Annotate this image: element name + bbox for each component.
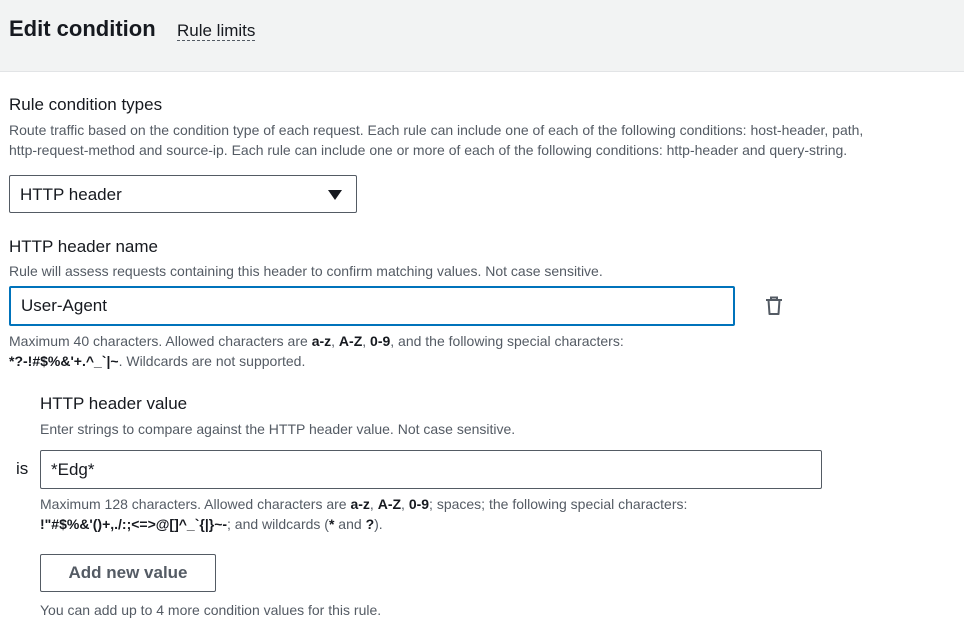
header-name-label: HTTP header name <box>9 237 158 256</box>
condition-types-label: Rule condition types <box>9 95 163 114</box>
page-header: Edit condition Rule limits <box>0 0 964 72</box>
add-new-value-button[interactable]: Add new value <box>40 554 216 592</box>
condition-types-description-line2: http-request-method and source-ip. Each … <box>9 142 848 158</box>
rule-limits-link[interactable]: Rule limits <box>177 21 256 41</box>
caret-down-icon <box>328 190 342 200</box>
header-value-label: HTTP header value <box>40 394 188 413</box>
header-value-constraint-line1: Maximum 128 characters. Allowed characte… <box>40 496 688 512</box>
condition-values-footer-note: You can add up to 4 more condition value… <box>40 602 382 618</box>
header-value-input[interactable] <box>40 450 822 489</box>
header-name-input[interactable] <box>9 286 735 326</box>
page-title: Edit condition <box>9 16 156 41</box>
condition-type-select[interactable]: HTTP header <box>9 175 357 213</box>
header-name-description: Rule will assess requests containing thi… <box>9 263 603 279</box>
trash-icon[interactable] <box>762 294 786 318</box>
condition-types-description-line1: Route traffic based on the condition typ… <box>9 122 864 138</box>
header-value-description: Enter strings to compare against the HTT… <box>40 421 516 437</box>
condition-type-selected-value: HTTP header <box>20 185 122 204</box>
operator-label: is <box>16 459 29 478</box>
header-value-constraint-line2: !"#$%&'()+,./:;<=>@[]^_`{|}~-; and wildc… <box>40 516 383 532</box>
header-name-constraint-line1: Maximum 40 characters. Allowed character… <box>9 333 624 349</box>
header-name-constraint-line2: *?-!#$%&'+.^_`|~. Wildcards are not supp… <box>9 353 306 369</box>
